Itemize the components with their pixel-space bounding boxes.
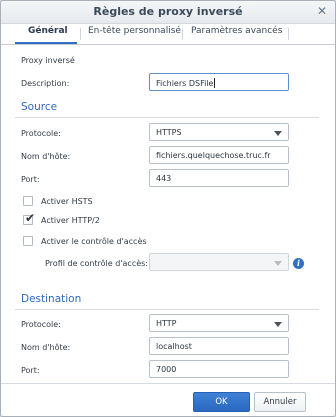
reverse-proxy-dialog: Règles de proxy inversé ✕ Général En-têt… bbox=[0, 0, 336, 417]
title-bar: Règles de proxy inversé ✕ bbox=[1, 1, 335, 24]
access-profile-select[interactable] bbox=[149, 253, 289, 271]
checkmark-icon: ✔ bbox=[25, 211, 36, 225]
source-port-field[interactable]: 443 bbox=[149, 169, 289, 187]
source-hostname-label: Nom d'hôte: bbox=[21, 152, 71, 161]
tab-divider bbox=[80, 28, 81, 40]
source-protocol-label: Protocole: bbox=[21, 129, 61, 138]
source-port-label: Port: bbox=[21, 175, 40, 184]
access-control-label: Activer le contrôle d'accès bbox=[41, 237, 147, 246]
destination-port-field[interactable]: 7000 bbox=[149, 360, 289, 378]
active-tab-indicator bbox=[15, 42, 77, 44]
section-divider bbox=[15, 309, 319, 310]
destination-protocol-value: HTTP bbox=[156, 319, 177, 328]
tab-custom-header[interactable]: En-tête personnalisé bbox=[88, 26, 181, 36]
description-field[interactable]: Fichiers DSFile bbox=[149, 73, 289, 91]
text-cursor bbox=[214, 78, 216, 88]
destination-hostname-label: Nom d'hôte: bbox=[21, 343, 71, 352]
chevron-down-icon bbox=[274, 131, 282, 136]
destination-heading: Destination bbox=[21, 293, 82, 305]
destination-protocol-select[interactable]: HTTP bbox=[149, 314, 289, 332]
tab-general[interactable]: Général bbox=[28, 26, 68, 36]
source-port-value: 443 bbox=[156, 174, 172, 183]
tab-divider bbox=[182, 28, 183, 40]
chevron-down-icon bbox=[274, 261, 282, 266]
source-heading: Source bbox=[21, 101, 58, 113]
destination-protocol-label: Protocole: bbox=[21, 320, 61, 329]
chevron-down-icon bbox=[274, 322, 282, 327]
source-protocol-value: HTTPS bbox=[156, 128, 182, 137]
destination-port-value: 7000 bbox=[156, 365, 177, 374]
destination-hostname-field[interactable]: localhost bbox=[149, 337, 289, 355]
destination-port-label: Port: bbox=[21, 366, 40, 375]
ok-button[interactable]: OK bbox=[193, 392, 250, 412]
source-hostname-field[interactable]: fichiers.quelquechose.truc.fr bbox=[149, 146, 289, 164]
cancel-button[interactable]: Annuler bbox=[254, 392, 306, 412]
dialog-title: Règles de proxy inversé bbox=[93, 5, 243, 18]
hsts-label: Activer HSTS bbox=[41, 197, 93, 206]
destination-hostname-value: localhost bbox=[156, 342, 192, 351]
source-hostname-value: fichiers.quelquechose.truc.fr bbox=[156, 151, 271, 160]
http2-label: Activer HTTP/2 bbox=[41, 216, 100, 225]
tab-divider bbox=[288, 28, 289, 40]
description-value: Fichiers DSFile bbox=[156, 79, 214, 88]
access-profile-label: Profil de contrôle d'accès: bbox=[45, 259, 148, 268]
proxy-heading: Proxy inversé bbox=[21, 56, 75, 65]
hsts-checkbox[interactable] bbox=[23, 196, 33, 206]
http2-checkbox[interactable]: ✔ bbox=[23, 211, 36, 225]
source-protocol-select[interactable]: HTTPS bbox=[149, 123, 289, 141]
access-control-checkbox[interactable] bbox=[23, 236, 33, 246]
dialog-footer: OK Annuler bbox=[1, 383, 335, 416]
section-divider bbox=[15, 117, 319, 118]
info-icon[interactable]: i bbox=[293, 258, 304, 269]
tab-advanced-settings[interactable]: Paramètres avancés bbox=[191, 26, 282, 36]
description-label: Description: bbox=[21, 79, 70, 88]
close-icon[interactable]: ✕ bbox=[317, 4, 327, 18]
